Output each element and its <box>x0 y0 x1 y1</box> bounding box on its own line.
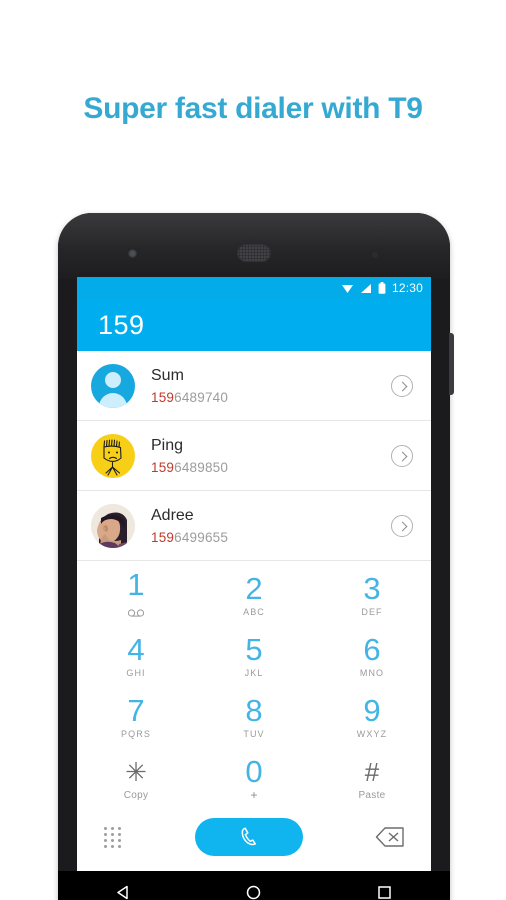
dialpad-key-action-copy: Copy <box>123 790 149 801</box>
dialpad-key-letters: DEF <box>361 607 383 617</box>
chevron-right-icon[interactable] <box>391 374 413 397</box>
voicemail-icon <box>127 604 145 622</box>
chevron-right-icon[interactable] <box>391 444 413 467</box>
dialpad-key-star[interactable]: ✳ Copy <box>77 748 195 809</box>
dialpad-key-letters: WXYZ <box>356 729 388 739</box>
dialpad-key-letters: PQRS <box>121 729 151 739</box>
dialpad-key-digit: 9 <box>363 693 381 728</box>
list-item[interactable]: Adree 1596499655 <box>77 491 431 561</box>
contact-text-block: Sum 1596489740 <box>135 365 391 407</box>
dialpad-key-3[interactable]: 3 DEF <box>313 565 431 626</box>
home-circle-icon[interactable] <box>234 879 274 900</box>
dialpad-key-digit: 2 <box>245 571 263 606</box>
proximity-sensor-icon <box>372 252 378 258</box>
dialpad-key-letters: TUV <box>243 729 265 739</box>
signal-icon <box>360 283 372 294</box>
contact-name: Adree <box>151 506 194 524</box>
dialpad-key-letters: MNO <box>359 668 385 678</box>
contact-number: 1596499655 <box>151 529 229 545</box>
doodle-face-avatar <box>91 433 135 478</box>
status-bar: 12:30 <box>77 277 431 299</box>
back-triangle-icon[interactable] <box>103 879 143 900</box>
chevron-right-icon[interactable] <box>391 514 413 537</box>
power-button <box>449 333 454 395</box>
dialpad-key-digit: 7 <box>127 693 145 728</box>
dialpad-key-plus: + <box>250 788 258 802</box>
wifi-icon <box>341 283 354 294</box>
phone-screen: 12:30 159 Sum 1596489740 Ping 1596489850… <box>77 277 431 871</box>
screenshot-root: Super fast dialer with T9 12:30 159 Sum … <box>0 0 506 900</box>
dialpad-key-letters: ABC <box>243 607 265 617</box>
dialpad-key-digit: 1 <box>127 567 145 602</box>
dialpad-key-hash[interactable]: # Paste <box>313 748 431 809</box>
dialpad-key-9[interactable]: 9 WXYZ <box>313 687 431 748</box>
phone-handset-icon <box>238 825 260 850</box>
recents-square-icon[interactable] <box>365 879 405 900</box>
dialpad-key-digit: # <box>364 757 380 787</box>
android-navigation-bar <box>58 871 450 900</box>
dialpad-key-7[interactable]: 7 PQRS <box>77 687 195 748</box>
earpiece-speaker-icon <box>237 244 271 262</box>
dialpad-key-digit: 6 <box>363 632 381 667</box>
list-item[interactable]: Sum 1596489740 <box>77 351 431 421</box>
page-title: Super fast dialer with T9 <box>83 92 423 125</box>
dialpad-key-5[interactable]: 5 JKL <box>195 626 313 687</box>
dialpad-key-letters: JKL <box>244 668 264 678</box>
dialed-number-text: 159 <box>98 309 145 340</box>
contact-number: 1596489740 <box>151 389 229 405</box>
dialpad-row: 1 2 ABC 3 DEF <box>77 565 431 626</box>
contact-text-block: Ping 1596489850 <box>135 435 391 477</box>
battery-icon <box>378 282 386 294</box>
dialpad-row: 7 PQRS 8 TUV 9 WXYZ <box>77 687 431 748</box>
dialpad-key-digit: 0 <box>245 754 263 789</box>
dialpad-key-0[interactable]: 0 + <box>195 748 313 809</box>
status-bar-clock: 12:30 <box>391 281 423 295</box>
contact-text-block: Adree 1596499655 <box>135 505 391 547</box>
dialer-action-bar <box>77 809 431 865</box>
contact-number: 1596489850 <box>151 459 229 475</box>
call-button[interactable] <box>194 818 303 856</box>
dialpad-key-digit: 4 <box>127 632 145 667</box>
dialpad-key-2[interactable]: 2 ABC <box>195 565 313 626</box>
backspace-delete-icon[interactable] <box>375 826 405 848</box>
dialpad-key-8[interactable]: 8 TUV <box>195 687 313 748</box>
dialpad: 1 2 ABC 3 DEF 4 GHI 5 JKL 6 MNO 7 PQRS 8… <box>77 561 431 809</box>
contact-name: Sum <box>151 366 184 384</box>
list-item[interactable]: Ping 1596489850 <box>77 421 431 491</box>
contact-name: Ping <box>151 436 184 454</box>
dialpad-key-4[interactable]: 4 GHI <box>77 626 195 687</box>
dialpad-key-6[interactable]: 6 MNO <box>313 626 431 687</box>
dialpad-grid-icon[interactable] <box>103 826 122 848</box>
dialpad-row: 4 GHI 5 JKL 6 MNO <box>77 626 431 687</box>
dialpad-row: ✳ Copy 0 + # Paste <box>77 748 431 809</box>
dialpad-key-digit: ✳ <box>125 757 147 787</box>
front-camera-icon <box>128 249 137 258</box>
dialed-number-bar[interactable]: 159 <box>77 299 431 351</box>
dialpad-key-digit: 5 <box>245 632 263 667</box>
dialpad-key-letters: GHI <box>126 668 146 678</box>
dialpad-key-action-paste: Paste <box>358 790 386 801</box>
contact-results-list: Sum 1596489740 Ping 1596489850 Adree 159… <box>77 351 431 561</box>
default-person-avatar <box>91 363 135 408</box>
dialpad-key-digit: 8 <box>245 693 263 728</box>
dialpad-key-digit: 3 <box>363 571 381 606</box>
photo-avatar <box>91 503 135 548</box>
dialpad-key-1[interactable]: 1 <box>77 565 195 626</box>
phone-device-mockup: 12:30 159 Sum 1596489740 Ping 1596489850… <box>58 213 454 900</box>
